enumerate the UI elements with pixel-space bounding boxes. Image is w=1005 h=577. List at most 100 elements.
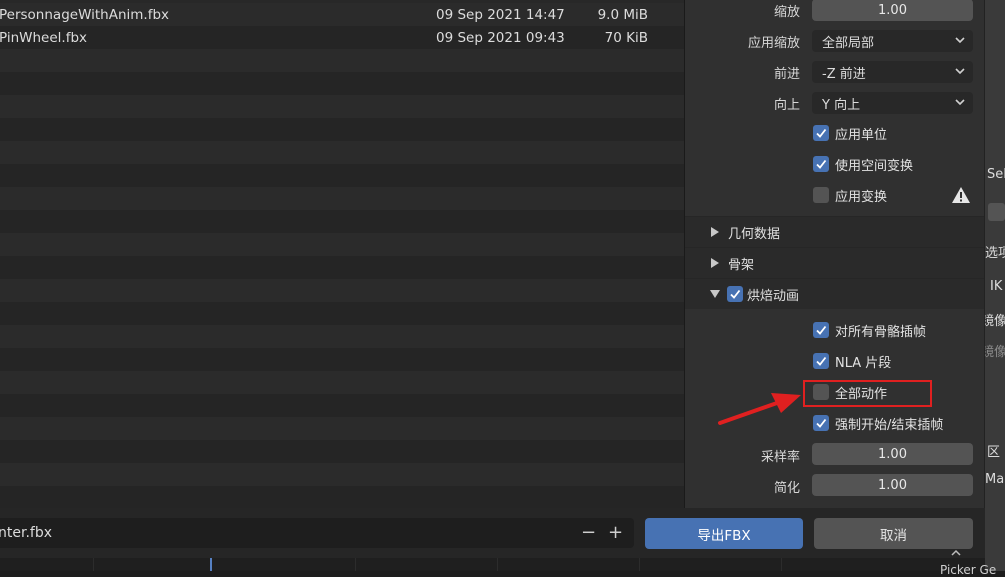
chevron-down-icon — [955, 99, 965, 106]
triangle-right-icon — [711, 227, 719, 237]
use-space-transform-label: 使用空间变换 — [835, 158, 914, 174]
apply-scalings-dropdown[interactable]: 全部局部 — [812, 30, 973, 52]
file-row[interactable]: PinWheel.fbx 09 Sep 2021 09:43 70 KiB — [0, 26, 684, 49]
use-space-transform-row[interactable]: 使用空间变换 — [813, 155, 914, 174]
key-all-bones-row[interactable]: 对所有骨骼插帧 — [813, 321, 927, 340]
apply-transform-row[interactable]: 应用变换 — [813, 186, 888, 205]
section-geometry-label: 几何数据 — [728, 226, 781, 242]
key-all-bones-checkbox[interactable] — [813, 322, 829, 338]
up-value: Y 向上 — [822, 97, 861, 113]
up-label: 向上 — [773, 98, 800, 113]
checkmark-icon — [730, 289, 741, 299]
section-geometry[interactable]: 几何数据 — [685, 217, 984, 247]
empty-file-row — [0, 279, 684, 302]
apply-transform-label: 应用变换 — [835, 189, 888, 205]
editor-fragment: Ma — [985, 472, 1005, 487]
empty-file-row — [0, 486, 684, 508]
checkmark-icon — [816, 418, 827, 428]
empty-file-row — [0, 233, 684, 256]
checkmark-icon — [816, 325, 827, 335]
section-armature[interactable]: 骨架 — [685, 248, 984, 278]
forward-dropdown[interactable]: -Z 前进 — [812, 61, 973, 83]
file-list: PersonnageWithAnim.fbx 09 Sep 2021 14:47… — [0, 0, 684, 508]
triangle-down-icon — [710, 290, 720, 298]
checkmark-icon — [816, 128, 827, 138]
right-editor-panel: Sel 选项 IK 镜像 镜像 区 Ma — [985, 0, 1005, 571]
checkmark-icon — [816, 159, 827, 169]
annotation-highlight-box — [803, 380, 932, 407]
file-date: 09 Sep 2021 09:43 — [436, 29, 565, 46]
empty-file-row — [0, 394, 684, 417]
force-start-end-checkbox[interactable] — [813, 415, 829, 431]
forward-value: -Z 前进 — [822, 66, 866, 82]
scale-field[interactable]: 1.00 — [812, 0, 973, 21]
section-bake-animation-label: 烘焙动画 — [747, 288, 800, 304]
timeline-strip[interactable] — [0, 558, 985, 571]
cancel-button[interactable]: 取消 — [814, 518, 973, 549]
file-date: 09 Sep 2021 14:47 — [436, 6, 565, 23]
timeline-tick — [93, 558, 94, 571]
use-space-transform-checkbox[interactable] — [813, 156, 829, 172]
editor-fragment: 镜像 — [985, 345, 1005, 360]
editor-fragment: 区 — [987, 445, 1001, 460]
empty-file-row — [0, 118, 684, 141]
empty-file-row — [0, 371, 684, 394]
apply-scalings-label: 应用缩放 — [747, 36, 800, 51]
chevron-down-icon — [955, 68, 965, 75]
force-start-end-row[interactable]: 强制开始/结束插帧 — [813, 414, 944, 433]
empty-file-row — [0, 463, 684, 486]
annotation-arrow-icon — [718, 393, 801, 425]
timeline-tick — [781, 558, 782, 571]
editor-fragment: IK — [990, 279, 1003, 294]
empty-file-row — [0, 72, 684, 95]
export-options-panel: 缩放 1.00 应用缩放 全部局部 前进 -Z 前进 向上 Y 向上 应用单位 … — [685, 0, 984, 508]
sampling-rate-field[interactable]: 1.00 — [812, 443, 973, 465]
section-armature-label: 骨架 — [728, 257, 755, 273]
simplify-field[interactable]: 1.00 — [812, 474, 973, 496]
nla-strips-checkbox[interactable] — [813, 353, 829, 369]
timeline-playhead[interactable] — [210, 558, 212, 571]
up-dropdown[interactable]: Y 向上 — [812, 92, 973, 114]
nla-strips-row[interactable]: NLA 片段 — [813, 352, 892, 371]
editor-fragment: 镜像 — [985, 314, 1005, 329]
file-row[interactable]: PersonnageWithAnim.fbx 09 Sep 2021 14:47… — [0, 3, 684, 26]
chevron-up-icon[interactable] — [950, 548, 962, 558]
warning-icon — [952, 187, 970, 203]
checkmark-icon — [816, 356, 827, 366]
empty-file-row — [0, 210, 684, 233]
empty-file-row — [0, 95, 684, 118]
export-fbx-button[interactable]: 导出FBX — [645, 518, 803, 549]
decrement-button[interactable]: − — [581, 522, 596, 543]
editor-fragment: Picker Ge — [940, 563, 997, 577]
empty-file-row — [0, 187, 684, 210]
force-start-end-label: 强制开始/结束插帧 — [835, 417, 944, 433]
timeline-tick — [497, 558, 498, 571]
empty-file-row — [0, 348, 684, 371]
apply-scalings-value: 全部局部 — [822, 35, 875, 51]
increment-button[interactable]: + — [608, 522, 623, 543]
scale-label: 缩放 — [773, 5, 800, 20]
filename-input[interactable]: nter.fbx − + — [0, 518, 634, 548]
apply-unit-label: 应用单位 — [835, 127, 888, 143]
editor-fragment: Sel — [987, 167, 1005, 182]
empty-file-row — [0, 440, 684, 463]
triangle-right-icon — [711, 258, 719, 268]
apply-transform-checkbox[interactable] — [813, 187, 829, 203]
empty-file-row — [0, 49, 684, 72]
empty-file-row — [0, 256, 684, 279]
nla-strips-label: NLA 片段 — [835, 355, 892, 371]
empty-file-row — [0, 141, 684, 164]
bottom-bar: nter.fbx − + 导出FBX 取消 — [0, 508, 985, 558]
key-all-bones-label: 对所有骨骼插帧 — [835, 324, 927, 340]
empty-file-row — [0, 325, 684, 348]
editor-fragment: 选项 — [985, 246, 1005, 261]
empty-file-row — [0, 302, 684, 325]
editor-button[interactable] — [988, 203, 1005, 221]
file-name: PersonnageWithAnim.fbx — [0, 6, 170, 23]
bake-animation-checkbox[interactable] — [727, 286, 743, 302]
forward-label: 前进 — [773, 67, 800, 82]
apply-unit-checkbox[interactable] — [813, 125, 829, 141]
apply-unit-checkbox-row[interactable]: 应用单位 — [813, 124, 888, 143]
simplify-label: 简化 — [773, 481, 800, 496]
section-bake-animation[interactable]: 烘焙动画 — [685, 279, 984, 309]
